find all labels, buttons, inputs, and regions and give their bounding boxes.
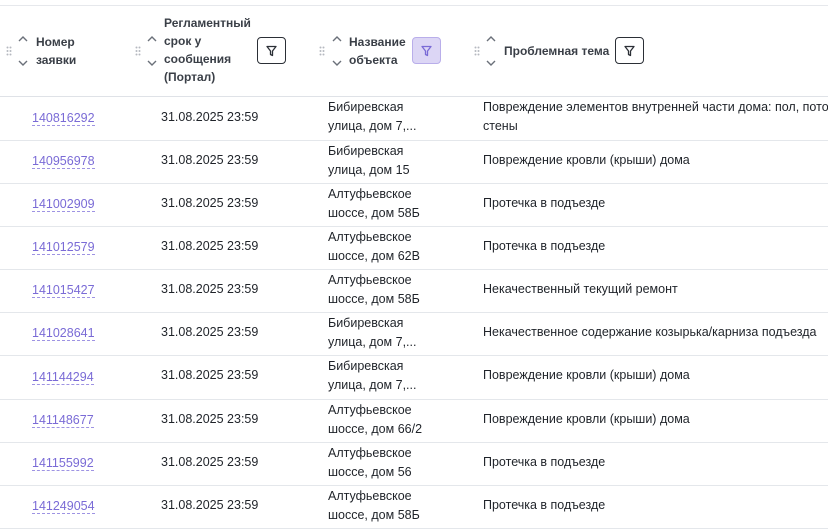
- column-header-deadline: Регламентный срок у сообщения (Портал): [130, 6, 300, 96]
- column-header-number: Номер заявки: [0, 6, 130, 96]
- deadline-cell: 31.08.2025 23:59: [161, 239, 259, 253]
- filter-button-object[interactable]: [412, 37, 441, 64]
- problem-topic-cell: Протечка в подъезде: [483, 239, 606, 253]
- problem-topic-cell: Некачественный текущий ремонт: [483, 282, 678, 296]
- deadline-cell: 31.08.2025 23:59: [161, 325, 259, 339]
- object-name-cell: Алтуфьевское шоссе, дом 62В: [328, 230, 420, 263]
- sort-arrows-icon[interactable]: [17, 36, 29, 66]
- drag-handle-icon[interactable]: [6, 46, 12, 56]
- request-number-link[interactable]: 141144294: [32, 370, 94, 385]
- filter-icon: [266, 45, 277, 56]
- sort-arrows-icon[interactable]: [485, 36, 497, 66]
- column-title-deadline: Регламентный срок у сообщения (Портал): [164, 16, 251, 84]
- deadline-cell: 31.08.2025 23:59: [161, 412, 259, 426]
- table-row[interactable]: 141028641 31.08.2025 23:59 Бибиревская у…: [0, 313, 828, 356]
- problem-topic-cell: Повреждение кровли (крыши) дома: [483, 153, 690, 167]
- request-number-link[interactable]: 140956978: [32, 154, 95, 169]
- object-name-cell: Бибиревская улица, дом 7,...: [328, 359, 417, 392]
- column-title-topic: Проблемная тема: [504, 44, 610, 58]
- object-name-cell: Бибиревская улица, дом 15: [328, 144, 410, 177]
- table-row[interactable]: 141002909 31.08.2025 23:59 Алтуфьевское …: [0, 184, 828, 227]
- deadline-cell: 31.08.2025 23:59: [161, 196, 259, 210]
- object-name-cell: Бибиревская улица, дом 7,...: [328, 100, 417, 133]
- table-row[interactable]: 141155992 31.08.2025 23:59 Алтуфьевское …: [0, 443, 828, 486]
- column-header-object: Название объекта: [300, 6, 460, 96]
- drag-handle-icon[interactable]: [319, 46, 325, 56]
- deadline-cell: 31.08.2025 23:59: [161, 455, 259, 469]
- problem-topic-cell: Протечка в подъезде: [483, 455, 606, 469]
- request-number-link[interactable]: 141015427: [32, 283, 95, 298]
- filter-button-deadline[interactable]: [257, 37, 286, 64]
- sort-arrows-icon[interactable]: [146, 36, 158, 66]
- table-row[interactable]: 141015427 31.08.2025 23:59 Алтуфьевское …: [0, 270, 828, 313]
- table-row[interactable]: 141249054 31.08.2025 23:59 Алтуфьевское …: [0, 486, 828, 529]
- request-number-link[interactable]: 141028641: [32, 326, 95, 341]
- deadline-cell: 31.08.2025 23:59: [161, 498, 259, 512]
- deadline-cell: 31.08.2025 23:59: [161, 153, 259, 167]
- table-row[interactable]: 141012579 31.08.2025 23:59 Алтуфьевское …: [0, 227, 828, 270]
- problem-topic-cell: Протечка в подъезде: [483, 498, 606, 512]
- column-title-object: Название объекта: [349, 35, 406, 67]
- deadline-cell: 31.08.2025 23:59: [161, 368, 259, 382]
- deadline-cell: 31.08.2025 23:59: [161, 282, 259, 296]
- table-header: Номер заявки Регламентный срок у сообщен…: [0, 6, 828, 97]
- object-name-cell: Алтуфьевское шоссе, дом 58Б: [328, 273, 420, 306]
- problem-topic-cell: Некачественное содержание козырька/карни…: [483, 325, 817, 339]
- object-name-cell: Алтуфьевское шоссе, дом 56: [328, 446, 412, 479]
- table-row[interactable]: 141148677 31.08.2025 23:59 Алтуфьевское …: [0, 400, 828, 443]
- sort-arrows-icon[interactable]: [331, 36, 343, 66]
- table-row[interactable]: 140956978 31.08.2025 23:59 Бибиревская у…: [0, 141, 828, 184]
- object-name-cell: Бибиревская улица, дом 7,...: [328, 316, 417, 349]
- table-row[interactable]: 141144294 31.08.2025 23:59 Бибиревская у…: [0, 356, 828, 400]
- request-number-link[interactable]: 140816292: [32, 111, 95, 126]
- problem-topic-cell: Повреждение элементов внутренней части д…: [483, 100, 828, 133]
- request-number-link[interactable]: 141012579: [32, 240, 95, 255]
- problem-topic-cell: Протечка в подъезде: [483, 196, 606, 210]
- deadline-cell: 31.08.2025 23:59: [161, 110, 259, 124]
- drag-handle-icon[interactable]: [135, 46, 141, 56]
- problem-topic-cell: Повреждение кровли (крыши) дома: [483, 412, 690, 426]
- problem-topic-cell: Повреждение кровли (крыши) дома: [483, 368, 690, 382]
- filter-icon: [421, 45, 432, 56]
- object-name-cell: Алтуфьевское шоссе, дом 66/2: [328, 403, 423, 436]
- column-title-number: Номер заявки: [36, 35, 77, 67]
- table-row[interactable]: 140816292 31.08.2025 23:59 Бибиревская у…: [0, 97, 828, 141]
- object-name-cell: Алтуфьевское шоссе, дом 58Б: [328, 187, 420, 220]
- requests-table: Номер заявки Регламентный срок у сообщен…: [0, 0, 828, 532]
- filter-button-topic[interactable]: [615, 37, 644, 64]
- request-number-link[interactable]: 141002909: [32, 197, 95, 212]
- request-number-link[interactable]: 141148677: [32, 413, 94, 428]
- filter-icon: [624, 45, 635, 56]
- drag-handle-icon[interactable]: [474, 46, 480, 56]
- request-number-link[interactable]: 141249054: [32, 499, 95, 514]
- object-name-cell: Алтуфьевское шоссе, дом 58Б: [328, 489, 420, 522]
- column-header-topic: Проблемная тема: [460, 6, 828, 96]
- request-number-link[interactable]: 141155992: [32, 456, 94, 471]
